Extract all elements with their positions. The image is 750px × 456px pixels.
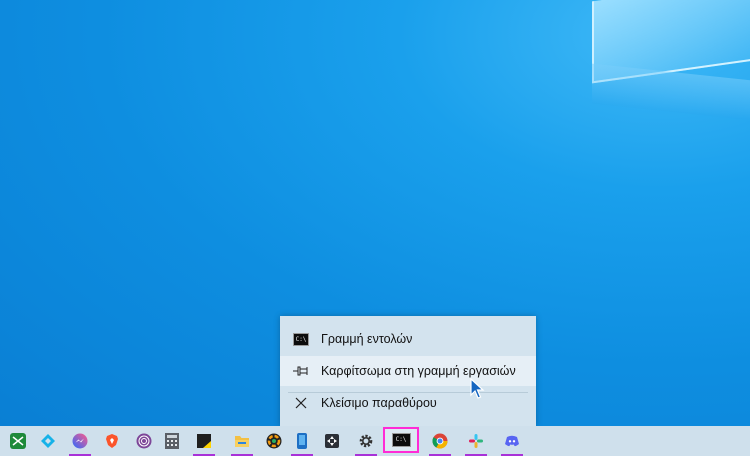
taskbar-app-messenger[interactable] [64, 426, 96, 456]
chrome-icon [432, 433, 448, 449]
taskbar-app-settings[interactable] [350, 426, 382, 456]
taskbar-jump-list: C:\ Γραμμή εντολών Καρφίτσωμα στη γραμμή… [280, 316, 536, 426]
mouse-pointer-icon [470, 378, 485, 399]
taskbar-app-game[interactable] [316, 426, 348, 456]
pin-icon [293, 363, 309, 379]
gear-icon [359, 434, 373, 448]
color-wheel-icon [266, 433, 282, 449]
windows-logo-reflection [592, 63, 750, 121]
cmd-icon: C:\ [391, 433, 411, 447]
jump-list-app-title[interactable]: C:\ Γραμμή εντολών [280, 324, 536, 354]
taskbar-app-discord[interactable] [496, 426, 528, 456]
jump-list-app-title-label: Γραμμή εντολών [321, 332, 413, 346]
gamepad-icon [325, 434, 339, 448]
taskbar-app-phone-link[interactable] [286, 426, 318, 456]
messenger-icon [72, 433, 88, 449]
pin-to-taskbar-label: Καρφίτσωμα στη γραμμή εργασιών [321, 364, 516, 378]
brave-icon [106, 434, 118, 448]
grid-app-icon [10, 433, 26, 449]
taskbar-app-kodi[interactable] [32, 426, 64, 456]
taskbar-app-grid[interactable] [2, 426, 34, 456]
taskbar-app-chrome[interactable] [424, 426, 456, 456]
tor-icon [136, 433, 152, 449]
folder-icon [235, 436, 249, 447]
pin-to-taskbar-item[interactable]: Καρφίτσωμα στη γραμμή εργασιών [280, 356, 536, 386]
taskbar-app-cmd-active[interactable]: C:\ [383, 427, 419, 453]
calculator-icon [165, 433, 179, 449]
sticky-notes-icon [197, 434, 211, 448]
close-window-item[interactable]: Κλείσιμο παραθύρου [280, 388, 536, 418]
discord-icon [505, 435, 519, 447]
taskbar-app-slack[interactable] [460, 426, 492, 456]
slack-icon [469, 434, 483, 448]
kodi-icon [41, 434, 55, 448]
cmd-icon: C:\ [293, 331, 309, 347]
close-window-label: Κλείσιμο παραθύρου [321, 396, 437, 410]
taskbar: C:\ [0, 426, 750, 456]
close-icon [293, 395, 309, 411]
taskbar-app-calculator[interactable] [156, 426, 188, 456]
taskbar-app-file-explorer[interactable] [226, 426, 258, 456]
taskbar-app-sticky-notes[interactable] [188, 426, 220, 456]
taskbar-app-brave[interactable] [96, 426, 128, 456]
phone-icon [297, 433, 307, 449]
